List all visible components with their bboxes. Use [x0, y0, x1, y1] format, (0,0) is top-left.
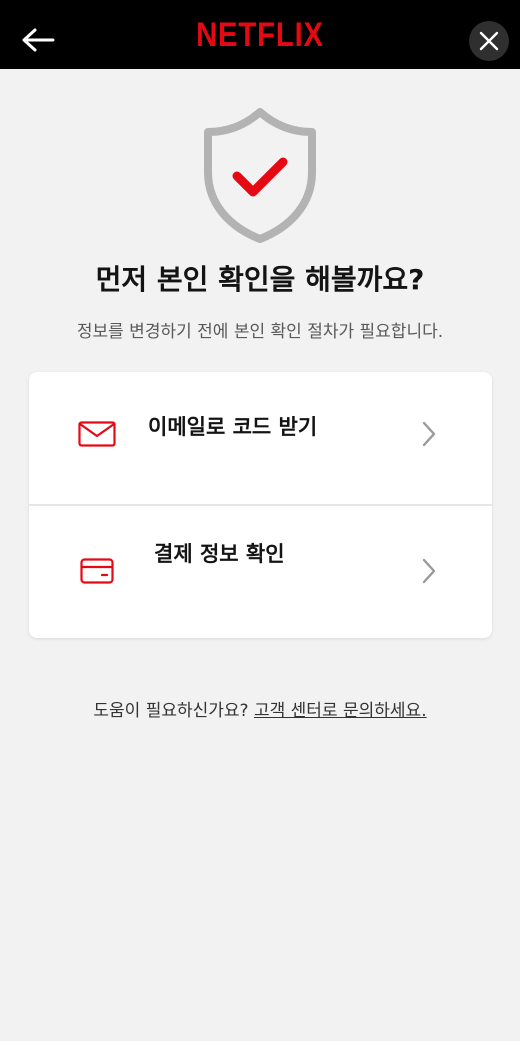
credit-card-icon — [77, 556, 117, 586]
close-button[interactable] — [469, 21, 509, 61]
envelope-icon — [77, 419, 117, 449]
chevron-right-icon — [422, 558, 436, 584]
netflix-logo: NETFLIX — [196, 16, 324, 54]
email-code-label: 이메일로 코드 받기 — [148, 415, 318, 439]
page-subtitle: 정보를 변경하기 전에 본인 확인 절차가 필요합니다. — [76, 322, 444, 342]
shield-check-icon — [204, 108, 316, 243]
verification-options-card: 이메일로 코드 받기 결제 정보 확인 — [29, 372, 492, 638]
customer-center-link[interactable]: 고객 센터로 문의하세요. — [254, 701, 427, 721]
email-code-option[interactable]: 이메일로 코드 받기 — [29, 372, 492, 504]
page-title: 먼저 본인 확인을 해볼까요? — [95, 263, 425, 296]
help-prompt: 도움이 필요하신가요? — [93, 701, 254, 721]
payment-info-option[interactable]: 결제 정보 확인 — [29, 504, 492, 636]
top-bar: NETFLIX — [0, 0, 520, 69]
help-text: 도움이 필요하신가요? 고객 센터로 문의하세요. — [0, 696, 520, 721]
close-icon — [479, 31, 499, 51]
chevron-right-icon — [422, 421, 436, 447]
payment-info-label: 결제 정보 확인 — [154, 542, 285, 566]
